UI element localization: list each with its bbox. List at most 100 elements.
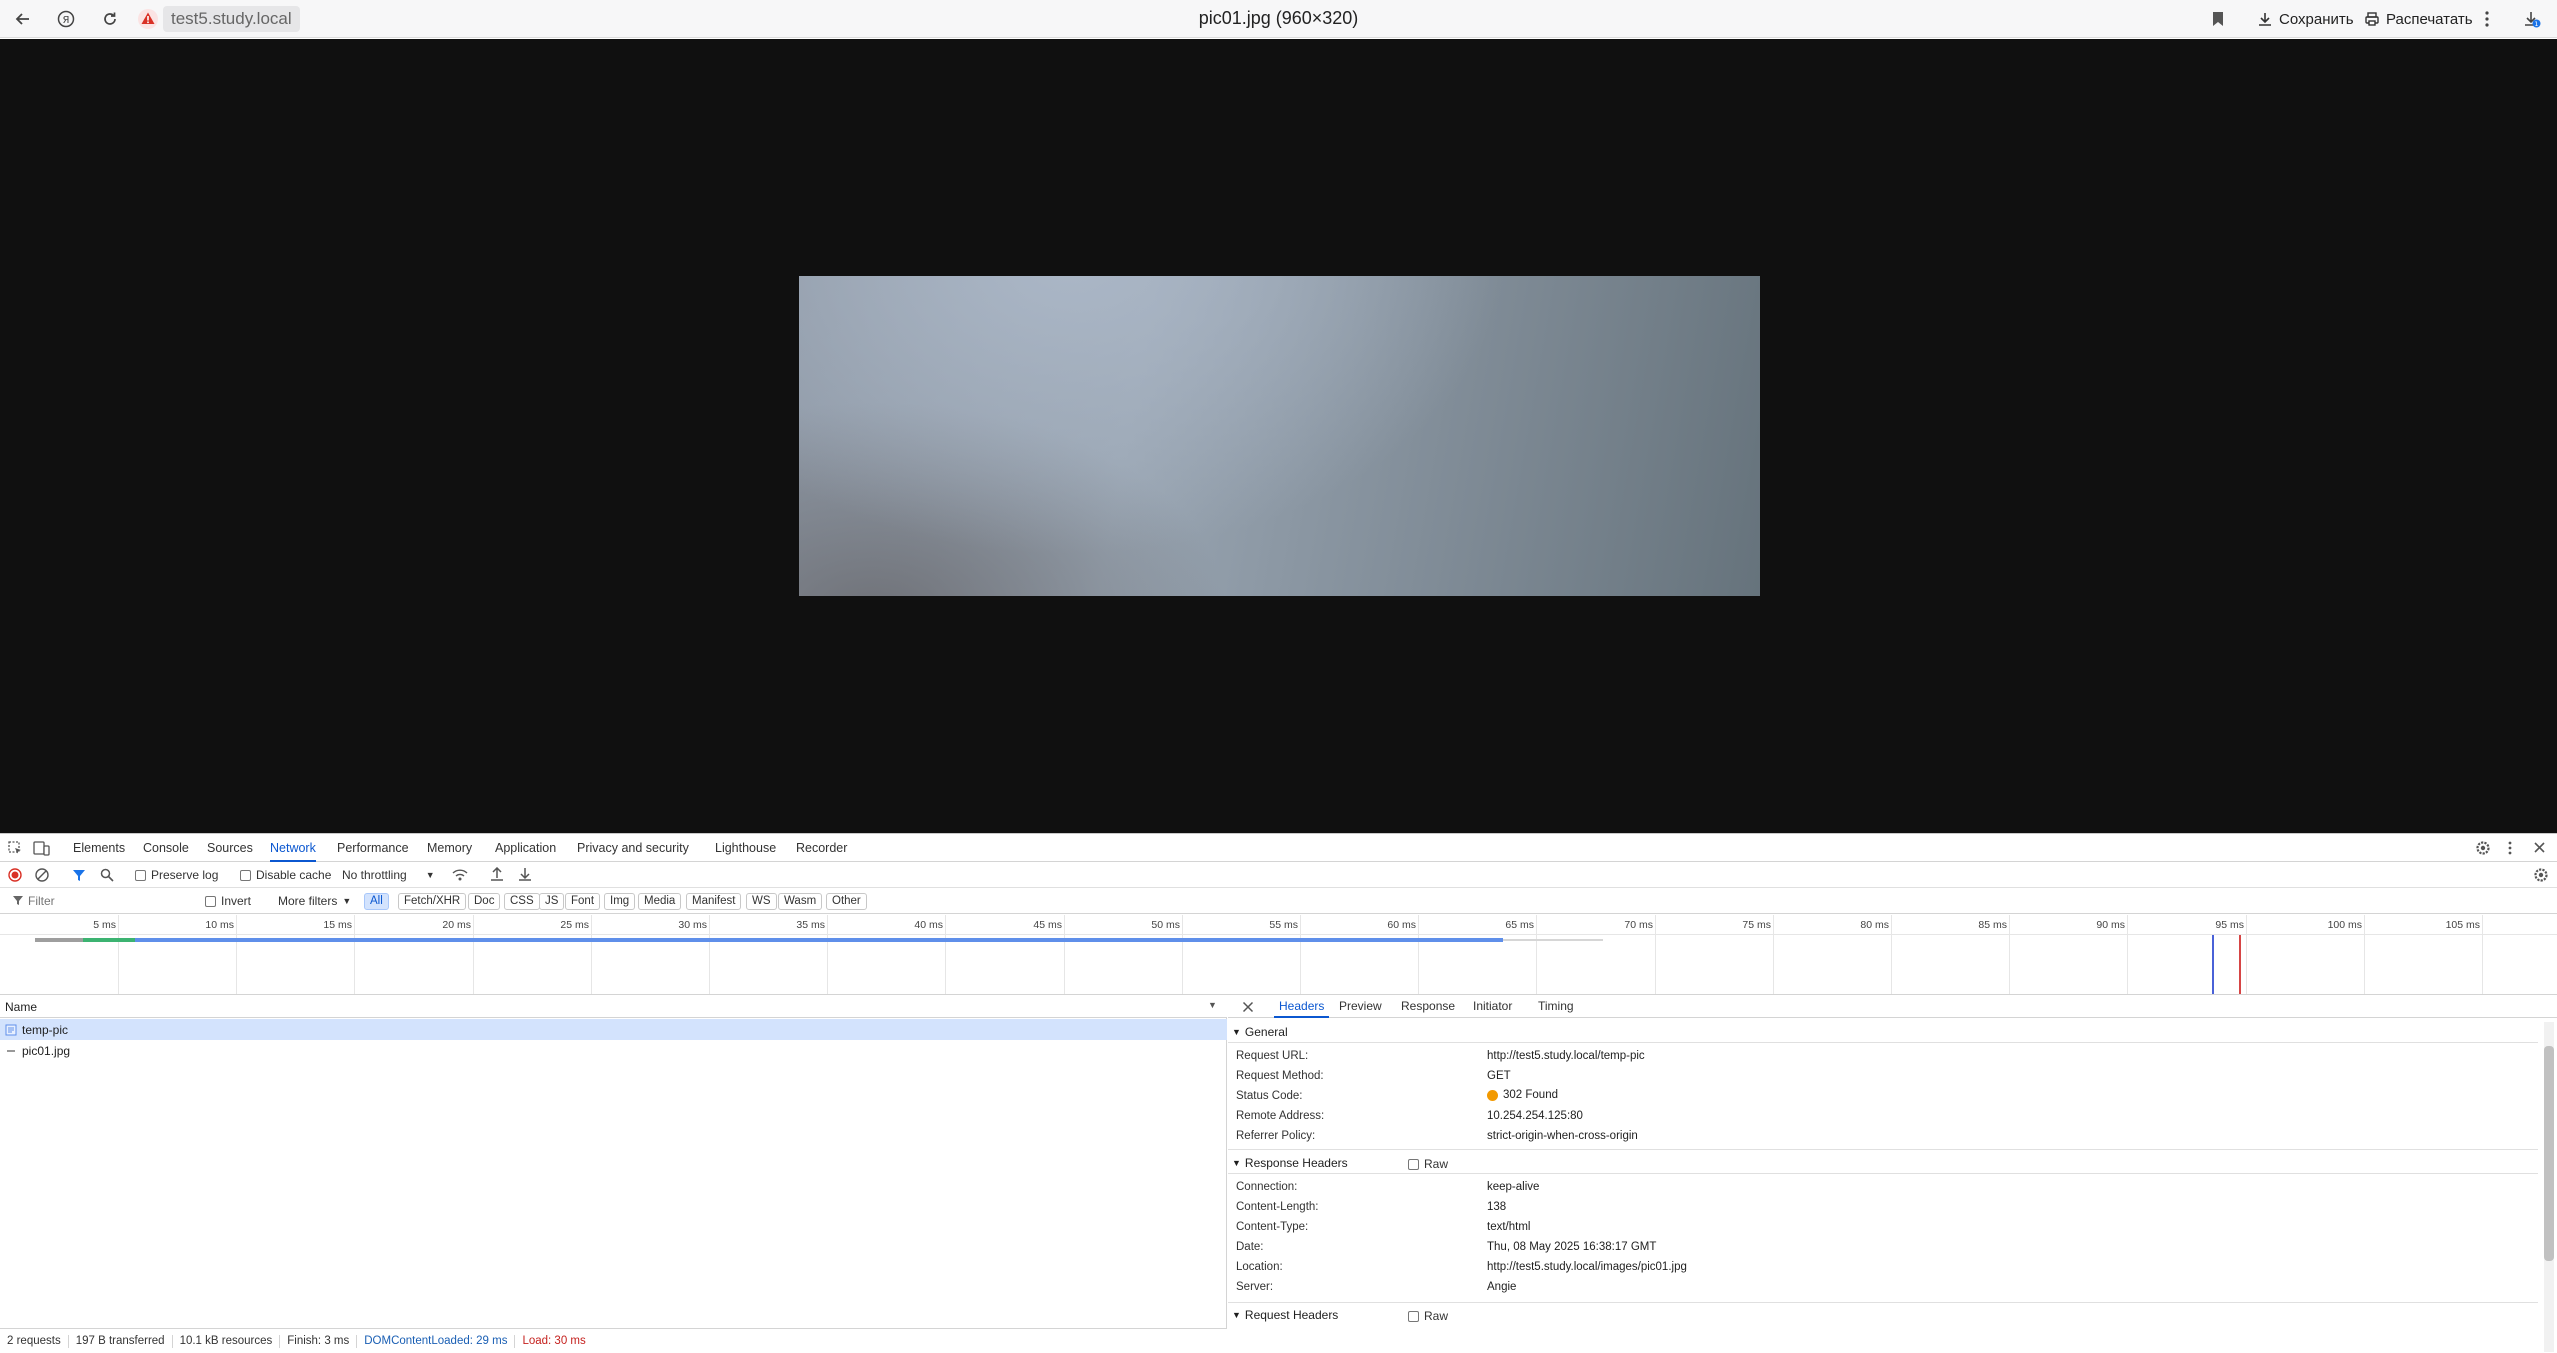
summary-load: Load: 30 ms [522, 1334, 586, 1347]
network-conditions-icon[interactable] [452, 868, 468, 882]
close-devtools-icon[interactable] [2533, 841, 2546, 854]
tab-recorder[interactable]: Recorder [796, 834, 847, 862]
tab-application[interactable]: Application [495, 834, 556, 862]
tab-response[interactable]: Response [1401, 996, 1455, 1018]
import-har-icon[interactable] [490, 867, 504, 882]
checkbox-box [135, 869, 146, 881]
device-toolbar-icon[interactable] [33, 841, 50, 856]
tab-elements[interactable]: Elements [73, 834, 125, 862]
general-section-toggle[interactable]: ▼ General [1232, 1025, 1288, 1039]
export-har-icon[interactable] [518, 867, 532, 882]
timeline-gridline [2009, 915, 2010, 994]
header-name: Server: [1236, 1281, 1274, 1293]
inspect-element-icon[interactable] [8, 841, 23, 856]
displayed-image[interactable] [799, 276, 1760, 596]
dash-icon [7, 1049, 15, 1052]
clear-icon[interactable] [35, 868, 49, 882]
more-filters-dropdown[interactable]: More filters ▼ [278, 894, 351, 908]
address-bar[interactable]: test5.study.local [163, 6, 300, 32]
tab-headers[interactable]: Headers [1274, 996, 1330, 1018]
timeline-tick-label: 80 ms [1860, 919, 1889, 931]
filter-type-other[interactable]: Other [826, 893, 867, 910]
header-value: Angie [1487, 1281, 1517, 1293]
network-settings-icon[interactable] [2533, 867, 2549, 883]
timeline-tick-label: 35 ms [796, 919, 825, 931]
settings-gear-icon[interactable] [2475, 840, 2491, 856]
filter-type-img[interactable]: Img [604, 893, 636, 910]
tab-sources[interactable]: Sources [207, 834, 253, 862]
summary-requests: 2 requests [0, 1334, 69, 1348]
yandex-button[interactable]: Я [51, 4, 81, 34]
tab-initiator[interactable]: Initiator [1473, 996, 1512, 1018]
details-scrollbar-thumb[interactable] [2544, 1046, 2554, 1261]
filter-type-ws[interactable]: WS [746, 893, 777, 910]
header-name: Remote Address: [1236, 1110, 1325, 1122]
reload-icon [104, 12, 116, 25]
print-button[interactable]: Распечатать [2364, 6, 2473, 32]
devtools-menu-icon[interactable] [2508, 840, 2512, 856]
save-button[interactable]: Сохранить [2257, 6, 2354, 32]
disable-cache-checkbox[interactable]: Disable cache [240, 868, 331, 882]
request-row-pic01[interactable]: pic01.jpg [0, 1040, 1227, 1061]
filter-type-js[interactable]: JS [539, 893, 565, 910]
timeline-tick-label: 30 ms [678, 919, 707, 931]
timeline-tick-label: 20 ms [442, 919, 471, 931]
record-icon[interactable] [8, 868, 22, 882]
filter-type-fetch-xhr[interactable]: Fetch/XHR [398, 893, 467, 910]
filter-input[interactable] [28, 892, 193, 910]
invert-label: Invert [221, 894, 252, 908]
tab-performance[interactable]: Performance [337, 834, 409, 862]
filter-type-font[interactable]: Font [565, 893, 601, 910]
network-overview-timeline[interactable]: 5 ms 10 ms 15 ms 20 ms 25 ms 30 ms 35 ms 40 ms 4… [0, 915, 2557, 995]
preserve-log-checkbox[interactable]: Preserve log [135, 868, 218, 882]
tab-timing[interactable]: Timing [1538, 996, 1574, 1018]
request-list-header: Name ▼ [0, 996, 1227, 1018]
timeline-waiting-bar [83, 938, 135, 942]
image-viewer [0, 39, 2557, 833]
filter-type-manifest[interactable]: Manifest [686, 893, 742, 910]
svg-text:Я: Я [63, 15, 70, 26]
filter-icon[interactable] [72, 868, 86, 882]
reload-button[interactable] [95, 4, 125, 34]
more-menu-button[interactable] [2472, 4, 2502, 34]
request-row-temp-pic[interactable]: temp-pic [0, 1019, 1227, 1040]
request-headers-toggle[interactable]: ▼ Request Headers [1232, 1308, 1338, 1322]
divider [1228, 1042, 2538, 1043]
invert-checkbox[interactable]: Invert [205, 894, 251, 908]
tab-lighthouse[interactable]: Lighthouse [715, 834, 776, 862]
raw-checkbox-response[interactable]: Raw [1408, 1157, 1448, 1171]
kebab-menu-icon [2485, 11, 2489, 27]
summary-resources: 10.1 kB resources [173, 1334, 281, 1348]
filter-type-css[interactable]: CSS [504, 893, 540, 910]
tab-console[interactable]: Console [143, 834, 189, 862]
throttling-select[interactable]: No throttling ▼ [342, 868, 435, 882]
warning-icon[interactable] [137, 8, 159, 30]
tab-preview[interactable]: Preview [1339, 996, 1382, 1018]
request-headers-title: Request Headers [1244, 1308, 1339, 1322]
filter-type-all[interactable]: All [364, 893, 389, 910]
response-headers-toggle[interactable]: ▼ Response Headers [1232, 1156, 1348, 1170]
downloads-button[interactable]: 1 [2517, 4, 2547, 34]
close-details-icon[interactable] [1242, 1001, 1254, 1013]
tab-privacy-security[interactable]: Privacy and security [577, 834, 689, 862]
back-button[interactable] [8, 4, 38, 34]
checkbox-box [1408, 1158, 1419, 1170]
timeline-tick-label: 60 ms [1387, 919, 1416, 931]
filter-type-doc[interactable]: Doc [468, 893, 501, 910]
header-name: Date: [1236, 1241, 1264, 1253]
header-name: Content-Length: [1236, 1201, 1319, 1213]
search-icon[interactable] [100, 868, 114, 882]
save-label: Сохранить [2279, 10, 2354, 28]
tab-network[interactable]: Network [270, 834, 316, 862]
column-sort-icon[interactable]: ▼ [1208, 1000, 1217, 1010]
bookmark-button[interactable] [2203, 4, 2233, 34]
timeline-tick-label: 55 ms [1269, 919, 1298, 931]
header-name: Connection: [1236, 1181, 1298, 1193]
timeline-gridline [1182, 915, 1183, 994]
network-summary-bar: 2 requests 197 B transferred 10.1 kB res… [0, 1328, 1227, 1353]
filter-type-wasm[interactable]: Wasm [778, 893, 823, 910]
raw-checkbox-request[interactable]: Raw [1408, 1309, 1448, 1323]
column-name-header[interactable]: Name [5, 1000, 37, 1014]
filter-type-media[interactable]: Media [638, 893, 682, 910]
tab-memory[interactable]: Memory [427, 834, 472, 862]
